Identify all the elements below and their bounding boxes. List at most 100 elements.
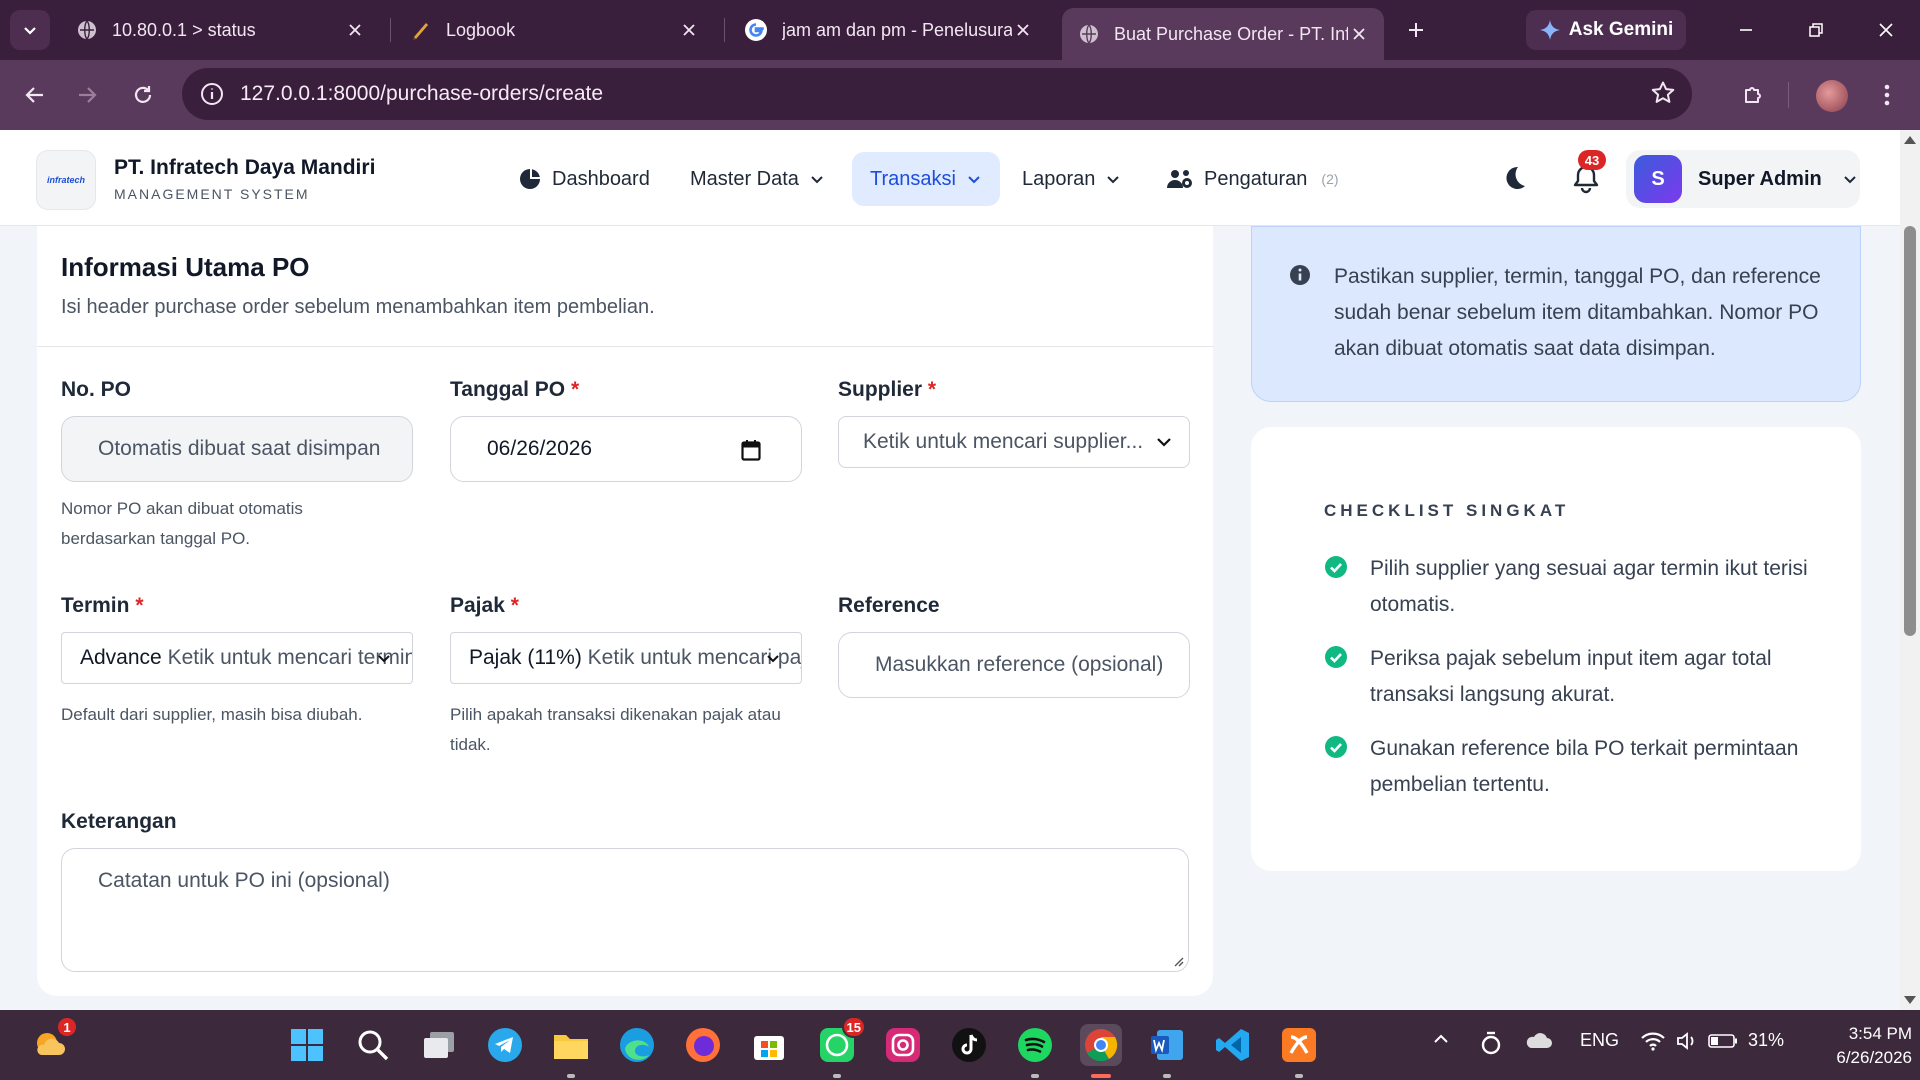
tab-search-button[interactable] bbox=[10, 10, 50, 50]
pajak-hint: Pilih apakah transaksi dikenakan pajak a… bbox=[450, 705, 781, 754]
reload-icon bbox=[134, 86, 152, 103]
clock[interactable]: 3:54 PM 6/26/2026 bbox=[1802, 1022, 1912, 1070]
address-bar[interactable]: 127.0.0.1:8000/purchase-orders/create bbox=[182, 68, 1692, 120]
close-icon[interactable] bbox=[1012, 19, 1034, 41]
calendar-icon[interactable] bbox=[741, 439, 761, 461]
company-logo[interactable]: infratech bbox=[36, 150, 96, 210]
language-indicator[interactable]: ENG bbox=[1580, 1030, 1619, 1051]
tab-title: jam am dan pm - Penelusuran bbox=[782, 19, 1012, 40]
reload-button[interactable] bbox=[124, 76, 162, 114]
menu-pengaturan[interactable]: Pengaturan (2) bbox=[1148, 152, 1357, 206]
menu-master-data[interactable]: Master Data bbox=[672, 152, 843, 206]
ask-gemini-button[interactable]: Ask Gemini bbox=[1526, 10, 1686, 50]
microsoft-store-app[interactable] bbox=[748, 1024, 790, 1066]
checklist-heading: CHECKLIST SINGKAT bbox=[1324, 501, 1570, 520]
checklist-item-text: Gunakan reference bila PO terkait permin… bbox=[1370, 737, 1799, 796]
supplier-label: Supplier * bbox=[838, 378, 937, 401]
tray-overflow-button[interactable] bbox=[1432, 1030, 1450, 1048]
info-circle-icon bbox=[1290, 265, 1310, 285]
onedrive-button[interactable] bbox=[1524, 1030, 1552, 1050]
company-subtitle: MANAGEMENT SYSTEM bbox=[114, 186, 310, 202]
new-tab-button[interactable] bbox=[1398, 12, 1434, 48]
menu-label: Laporan bbox=[1022, 167, 1096, 190]
instagram-app[interactable] bbox=[882, 1024, 924, 1066]
search-icon bbox=[358, 1030, 389, 1061]
xampp-app[interactable] bbox=[1278, 1024, 1320, 1078]
supplier-placeholder: Ketik untuk mencari supplier... bbox=[863, 430, 1144, 453]
url-text: 127.0.0.1:8000/purchase-orders/create bbox=[240, 82, 604, 105]
task-view-icon bbox=[424, 1032, 454, 1058]
restore-button[interactable] bbox=[1798, 12, 1834, 48]
browser-tab-purchase-order[interactable]: Buat Purchase Order - PT. Infratech bbox=[1062, 8, 1384, 60]
scroll-down-arrow[interactable] bbox=[1904, 996, 1916, 1004]
menu-laporan[interactable]: Laporan bbox=[1004, 152, 1139, 206]
firefox-icon bbox=[686, 1028, 720, 1062]
browser-tab-google[interactable]: jam am dan pm - Penelusuran bbox=[728, 8, 1048, 52]
browser-tab-logbook[interactable]: Logbook bbox=[394, 8, 714, 52]
site-info-icon[interactable] bbox=[200, 82, 224, 106]
chevron-down-icon bbox=[1844, 176, 1856, 184]
reference-input[interactable]: Masukkan reference (opsional) bbox=[838, 632, 1190, 698]
close-icon[interactable] bbox=[678, 19, 700, 41]
pajak-select[interactable]: Pajak (11%) Ketik untuk mencari pajak bbox=[450, 632, 802, 684]
language-label: ENG bbox=[1580, 1030, 1620, 1050]
dark-mode-toggle[interactable] bbox=[1500, 164, 1528, 197]
keterangan-textarea[interactable]: Catatan untuk PO ini (opsional) bbox=[61, 848, 1189, 972]
volume-icon bbox=[1677, 1031, 1694, 1050]
close-window-button[interactable] bbox=[1868, 12, 1904, 48]
page-scrollbar[interactable] bbox=[1900, 130, 1920, 1010]
scroll-up-arrow[interactable] bbox=[1904, 136, 1916, 144]
close-icon[interactable] bbox=[1348, 23, 1370, 45]
back-button[interactable] bbox=[16, 76, 54, 114]
menu-transaksi[interactable]: Transaksi bbox=[852, 152, 1000, 206]
check-circle-icon bbox=[1325, 556, 1347, 578]
weather-widget[interactable]: 1 bbox=[28, 1016, 78, 1066]
moon-icon bbox=[1506, 166, 1525, 189]
spotify-app[interactable] bbox=[1014, 1024, 1056, 1078]
quick-settings-button[interactable]: 31% bbox=[1640, 1030, 1784, 1051]
scroll-thumb[interactable] bbox=[1904, 226, 1916, 636]
menu-dashboard[interactable]: Dashboard bbox=[500, 152, 668, 206]
whatsapp-app[interactable]: 15 bbox=[816, 1016, 866, 1078]
minimize-icon bbox=[1740, 29, 1752, 31]
extensions-button[interactable] bbox=[1734, 76, 1772, 114]
chrome-app[interactable] bbox=[1080, 1024, 1122, 1078]
dashboard-icon bbox=[520, 169, 540, 189]
edge-icon bbox=[620, 1028, 654, 1062]
instagram-icon bbox=[886, 1028, 920, 1062]
supplier-select[interactable]: Ketik untuk mencari supplier... bbox=[838, 416, 1190, 468]
tanggal-po-input[interactable]: 06/26/2026 bbox=[450, 416, 802, 482]
minimize-button[interactable] bbox=[1728, 12, 1764, 48]
user-menu[interactable]: S Super Admin bbox=[1626, 150, 1860, 208]
resize-handle-icon[interactable] bbox=[1172, 955, 1184, 967]
no-po-input[interactable]: Otomatis dibuat saat disimpan bbox=[61, 416, 413, 482]
profile-avatar[interactable] bbox=[1816, 80, 1848, 112]
close-icon[interactable] bbox=[344, 19, 366, 41]
check-circle-icon bbox=[1325, 646, 1347, 668]
notification-button[interactable]: 43 bbox=[1572, 150, 1606, 199]
telegram-app[interactable] bbox=[484, 1024, 526, 1066]
sync-icon bbox=[1481, 1031, 1501, 1055]
browser-menu-button[interactable] bbox=[1868, 76, 1906, 114]
file-explorer-app[interactable] bbox=[550, 1024, 592, 1078]
logo-text: infratech bbox=[46, 175, 85, 185]
task-view-button[interactable] bbox=[418, 1024, 460, 1066]
termin-select[interactable]: Advance Ketik untuk mencari termin bbox=[61, 632, 413, 684]
tiktok-app[interactable] bbox=[948, 1024, 990, 1066]
bookmark-star-icon[interactable] bbox=[1650, 80, 1676, 111]
forward-button[interactable] bbox=[68, 76, 106, 114]
no-po-label: No. PO bbox=[61, 378, 132, 401]
search-button[interactable] bbox=[352, 1024, 394, 1066]
browser-tab-status[interactable]: 10.80.0.1 > status bbox=[60, 8, 380, 52]
check-circle-icon bbox=[1325, 736, 1347, 758]
windows-icon bbox=[291, 1029, 323, 1061]
start-button[interactable] bbox=[286, 1024, 328, 1066]
tray-app-button[interactable] bbox=[1480, 1030, 1502, 1056]
vscode-app[interactable] bbox=[1212, 1024, 1254, 1066]
edge-app[interactable] bbox=[616, 1024, 658, 1066]
menu-label: Pengaturan bbox=[1204, 167, 1308, 190]
termin-selected: Advance bbox=[80, 646, 162, 669]
firefox-app[interactable] bbox=[682, 1024, 724, 1066]
word-app[interactable] bbox=[1146, 1024, 1188, 1078]
no-po-placeholder: Otomatis dibuat saat disimpan bbox=[98, 437, 381, 460]
